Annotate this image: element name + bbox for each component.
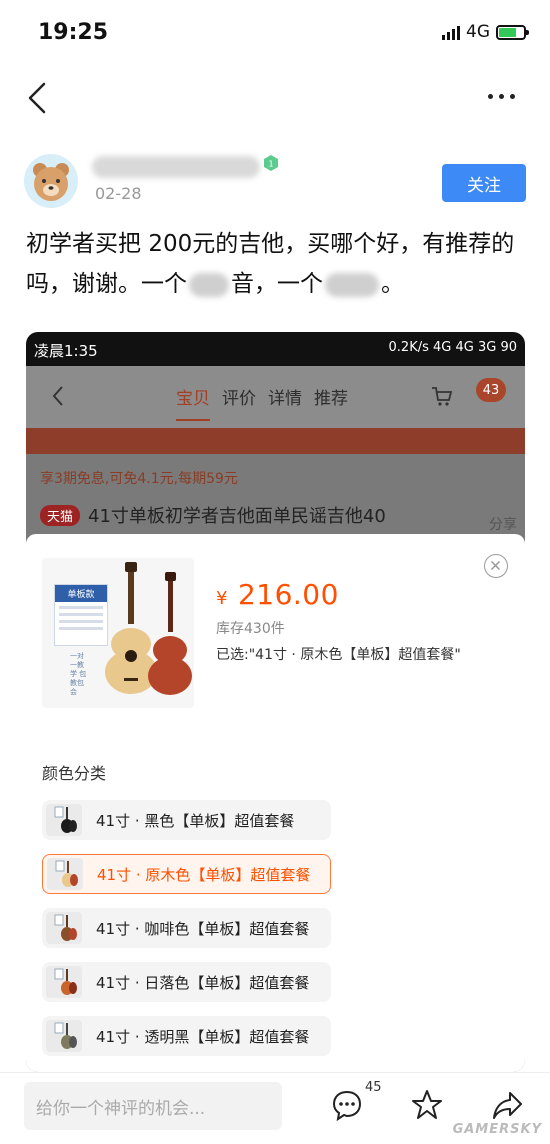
post-text-price: 200 — [148, 231, 193, 257]
sku-option-transparent-black: 41寸 · 透明黑【单板】超值套餐 — [42, 1016, 331, 1056]
guitar-thumb-icon — [47, 858, 83, 890]
chevron-left-icon — [52, 386, 63, 406]
dot-icon — [510, 93, 515, 99]
favorite-button[interactable] — [410, 1088, 444, 1122]
guitar-thumb-icon — [46, 1020, 82, 1052]
product-title: 天猫 41寸单板初学者吉他面单民谣吉他40 — [40, 502, 386, 528]
avatar[interactable] — [24, 154, 78, 208]
sku-option-coffee: 41寸 · 咖啡色【单板】超值套餐 — [42, 908, 331, 948]
sku-option-label: 41寸 · 黑色【单板】超值套餐 — [96, 811, 295, 830]
status-time: 19:25 — [38, 20, 109, 45]
redacted-text — [189, 272, 229, 297]
product-image: 单板款 一对一教学 包教包会 — [42, 558, 194, 708]
sku-option-label: 41寸 · 透明黑【单板】超值套餐 — [96, 1027, 310, 1046]
chevron-left-icon — [28, 82, 46, 114]
network-label: 4G — [466, 22, 490, 42]
embedded-tabs: 宝贝 评价 详情 推荐 — [176, 384, 348, 421]
post-text-part: 。 — [381, 271, 404, 297]
star-icon — [412, 1090, 442, 1119]
svg-text:1: 1 — [268, 160, 273, 169]
dot-icon — [488, 93, 493, 99]
comment-bubble-icon — [332, 1090, 362, 1122]
sku-stock: 库存430件 — [216, 621, 285, 637]
sku-option-label: 41寸 · 原木色【单板】超值套餐 — [97, 865, 311, 884]
dot-icon — [499, 93, 504, 99]
color-category-label: 颜色分类 — [42, 764, 107, 783]
embedded-screenshot[interactable]: 凌晨1:35 0.2K/s 4G 4G 3G 90 43 宝贝 评价 详情 推荐… — [26, 332, 525, 1072]
share-arrow-icon — [493, 1092, 522, 1119]
share-button[interactable] — [490, 1088, 524, 1122]
promo-text: 享3期免息,可免4.1元,每期59元 — [40, 471, 238, 487]
guitar-thumb-icon — [46, 912, 82, 944]
tmall-tag: 天猫 — [40, 504, 81, 526]
post-text-part: 初学者买把 — [26, 231, 141, 257]
share-label: 分享 — [489, 517, 517, 533]
username-redacted[interactable] — [92, 156, 260, 178]
cart-icon — [432, 387, 453, 406]
sku-selected: 已选:"41寸 · 原木色【单板】超值套餐" — [216, 647, 461, 663]
follow-button[interactable]: 关注 — [442, 164, 526, 202]
status-indicators: 4G — [442, 22, 529, 42]
embedded-status-info: 0.2K/s 4G 4G 3G 90 — [388, 340, 517, 355]
post-text-part: 音，一个 — [231, 271, 323, 297]
tab-review: 评价 — [222, 389, 256, 409]
more-options-button[interactable] — [488, 86, 524, 106]
battery-icon — [496, 24, 529, 40]
sku-option-black: 41寸 · 黑色【单板】超值套餐 — [42, 800, 331, 840]
currency-symbol: ¥ — [216, 588, 228, 609]
sku-option-label: 41寸 · 日落色【单板】超值套餐 — [96, 973, 310, 992]
spec-card-side-text: 一对一教学 包教包会 — [70, 652, 87, 696]
embedded-status-bar: 凌晨1:35 0.2K/s 4G 4G 3G 90 — [26, 332, 525, 366]
signal-icon — [442, 24, 460, 40]
cart-count-badge: 43 — [476, 378, 506, 402]
comment-input[interactable]: 给你一个神评的机会... — [24, 1082, 282, 1130]
tab-item: 宝贝 — [176, 384, 210, 421]
tab-recommend: 推荐 — [314, 389, 348, 409]
embedded-banner — [26, 428, 525, 454]
post-body: 初学者买把 200元的吉他，买哪个好，有推荐的吗，谢谢。一个 音，一个。 — [26, 224, 526, 304]
embedded-status-time: 凌晨1:35 — [34, 342, 98, 360]
sku-option-label: 41寸 · 咖啡色【单板】超值套餐 — [96, 919, 310, 938]
close-icon — [484, 554, 508, 578]
guitar-image-icon — [105, 562, 192, 695]
watermark: GAMERSKY — [452, 1122, 542, 1137]
bear-avatar-icon — [33, 163, 69, 201]
tab-detail: 详情 — [268, 389, 302, 409]
post-date: 02-28 — [95, 184, 142, 203]
guitar-thumb-icon — [46, 966, 82, 998]
product-title-text: 41寸单板初学者吉他面单民谣吉他40 — [88, 506, 386, 527]
redacted-text — [325, 272, 379, 297]
sku-price: ¥216.00 — [216, 578, 339, 611]
comment-button[interactable] — [330, 1088, 364, 1122]
sku-option-sunset: 41寸 · 日落色【单板】超值套餐 — [42, 962, 331, 1002]
price-value: 216.00 — [237, 578, 339, 611]
back-button[interactable] — [24, 78, 54, 118]
comment-count: 45 — [365, 1080, 382, 1095]
guitar-thumb-icon — [46, 804, 82, 836]
sku-option-natural: 41寸 · 原木色【单板】超值套餐 — [42, 854, 331, 894]
level-badge-icon: 1 — [262, 154, 280, 172]
